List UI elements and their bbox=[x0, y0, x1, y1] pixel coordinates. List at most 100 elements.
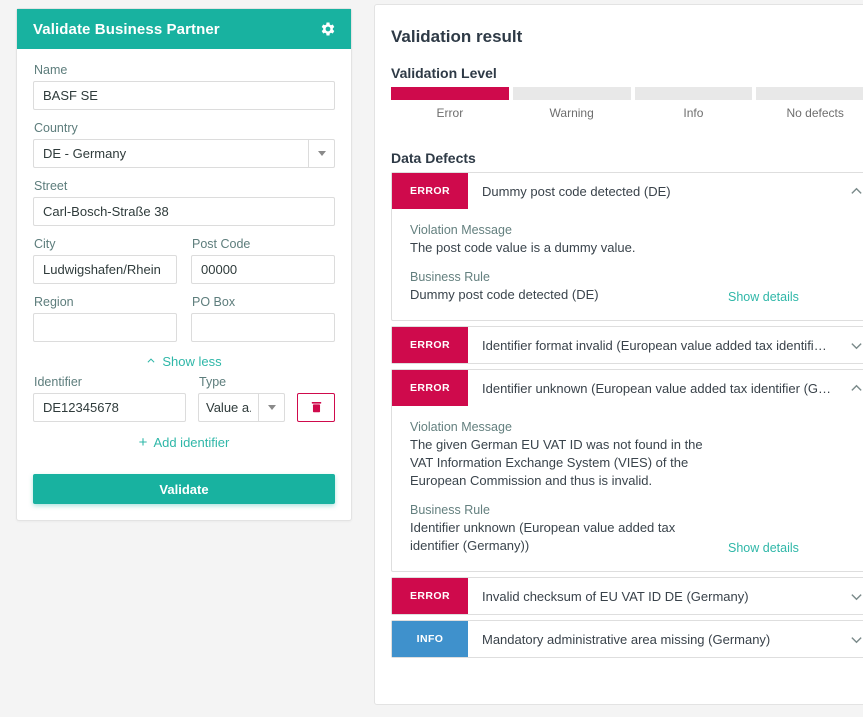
validation-level-segment-bar bbox=[391, 87, 509, 100]
chevron-down-icon[interactable] bbox=[258, 393, 285, 422]
form-title: Validate Business Partner bbox=[33, 20, 220, 38]
defect-header[interactable]: ERROR Dummy post code detected (DE) bbox=[392, 173, 863, 209]
add-identifier-label: Add identifier bbox=[153, 435, 230, 450]
show-details-link[interactable]: Show details bbox=[728, 541, 799, 555]
validation-level-segment-bar bbox=[756, 87, 863, 100]
validation-result-card: Validation result Validation Level Error… bbox=[374, 4, 863, 705]
caret-glyph bbox=[267, 405, 276, 410]
field-name: Name bbox=[33, 63, 335, 110]
defect-title: Invalid checksum of EU VAT ID DE (German… bbox=[482, 588, 749, 604]
validation-level-segment-bar bbox=[634, 87, 753, 100]
country-select[interactable] bbox=[33, 139, 335, 168]
defect-toggle-button[interactable] bbox=[839, 621, 863, 657]
chevron-down-icon[interactable] bbox=[308, 139, 335, 168]
validation-level-segment[interactable]: Info bbox=[634, 87, 753, 120]
app-root: Validate Business Partner Name Country bbox=[0, 0, 863, 717]
status-badge: ERROR bbox=[392, 370, 468, 406]
field-city-postcode-row: City Post Code bbox=[33, 237, 335, 284]
defect-header[interactable]: ERROR Identifier format invalid (European… bbox=[392, 327, 863, 363]
validation-level-segment-label: Warning bbox=[549, 106, 594, 120]
chevron-up-icon bbox=[147, 358, 155, 363]
show-less-label: Show less bbox=[162, 353, 222, 369]
defect-card: ERROR Invalid checksum of EU VAT ID DE (G… bbox=[391, 577, 863, 615]
name-input[interactable] bbox=[33, 81, 335, 110]
field-country: Country bbox=[33, 121, 335, 168]
defect-title: Mandatory administrative area missing (G… bbox=[482, 631, 771, 647]
gear-icon[interactable] bbox=[319, 20, 337, 38]
defect-card: INFO Mandatory administrative area missin… bbox=[391, 620, 863, 658]
status-badge: ERROR bbox=[392, 578, 468, 614]
street-input[interactable] bbox=[33, 197, 335, 226]
city-input[interactable] bbox=[33, 255, 177, 284]
add-identifier-button[interactable]: + Add identifier bbox=[139, 435, 230, 450]
chevron-up-icon bbox=[850, 384, 862, 391]
data-defects-list: ERROR Dummy post code detected (DE) Violat… bbox=[391, 172, 863, 658]
type-select-value[interactable] bbox=[198, 393, 258, 422]
identifier-label: Identifier bbox=[34, 375, 82, 389]
defect-title: Dummy post code detected (DE) bbox=[482, 183, 671, 199]
defect-card: ERROR Dummy post code detected (DE) Violat… bbox=[391, 172, 863, 321]
defect-toggle-button[interactable] bbox=[839, 370, 863, 406]
post-code-label: Post Code bbox=[192, 237, 251, 251]
defect-body: Violation Message The given German EU VAT… bbox=[392, 406, 863, 571]
field-post-code: Post Code bbox=[191, 237, 335, 284]
business-rule-block: Business Rule Dummy post code detected (D… bbox=[410, 270, 857, 304]
chevron-up-icon bbox=[850, 187, 862, 194]
delete-identifier-button[interactable] bbox=[297, 393, 335, 422]
business-rule-text: Identifier unknown (European value added… bbox=[410, 520, 676, 553]
violation-message-text: The post code value is a dummy value. bbox=[410, 240, 636, 255]
caret-glyph bbox=[317, 151, 326, 156]
defect-title: Identifier unknown (European value added… bbox=[482, 380, 832, 396]
validation-level-segment-label: Info bbox=[683, 106, 704, 120]
business-rule-label: Business Rule bbox=[410, 270, 490, 284]
type-label: Type bbox=[199, 375, 227, 389]
po-box-label: PO Box bbox=[192, 295, 236, 309]
field-type: Type bbox=[198, 375, 285, 422]
name-label: Name bbox=[34, 63, 68, 77]
po-box-input[interactable] bbox=[191, 313, 335, 342]
show-less-button[interactable]: Show less bbox=[146, 353, 222, 369]
result-panel-column: Validation result Validation Level Error… bbox=[368, 0, 863, 717]
data-defects-label: Data Defects bbox=[391, 150, 476, 166]
validation-level-segment[interactable]: Error bbox=[391, 87, 509, 120]
type-select[interactable] bbox=[198, 393, 285, 422]
country-select-value[interactable] bbox=[33, 139, 308, 168]
validation-level-segment[interactable]: Warning bbox=[512, 87, 631, 120]
show-less-row: Show less bbox=[33, 353, 335, 371]
defect-title: Identifier format invalid (European valu… bbox=[482, 337, 827, 353]
field-street: Street bbox=[33, 179, 335, 226]
street-label: Street bbox=[34, 179, 68, 193]
chevron-down-icon bbox=[850, 342, 862, 349]
defect-header[interactable]: ERROR Invalid checksum of EU VAT ID DE (G… bbox=[392, 578, 863, 614]
post-code-input[interactable] bbox=[191, 255, 335, 284]
identifier-input[interactable] bbox=[33, 393, 186, 422]
validation-level-segment[interactable]: No defects bbox=[756, 87, 863, 120]
field-po-box: PO Box bbox=[191, 295, 335, 342]
field-identifier: Identifier bbox=[33, 375, 186, 422]
validation-level-label: Validation Level bbox=[391, 65, 497, 81]
form-body: Name Country Street bbox=[17, 49, 351, 520]
region-label: Region bbox=[34, 295, 74, 309]
region-input[interactable] bbox=[33, 313, 177, 342]
trash-icon bbox=[311, 402, 321, 413]
defect-header[interactable]: ERROR Identifier unknown (European value … bbox=[392, 370, 863, 406]
field-region-pobox-row: Region PO Box bbox=[33, 295, 335, 342]
show-details-link[interactable]: Show details bbox=[728, 290, 799, 304]
violation-message-label: Violation Message bbox=[410, 420, 512, 434]
defect-header[interactable]: INFO Mandatory administrative area missin… bbox=[392, 621, 863, 657]
defect-toggle-button[interactable] bbox=[839, 173, 863, 209]
form-panel-column: Validate Business Partner Name Country bbox=[0, 0, 368, 717]
validate-button[interactable]: Validate bbox=[33, 474, 335, 504]
violation-message-label: Violation Message bbox=[410, 223, 512, 237]
defect-toggle-button[interactable] bbox=[839, 578, 863, 614]
business-rule-block: Business Rule Identifier unknown (Europea… bbox=[410, 503, 857, 555]
defect-toggle-button[interactable] bbox=[839, 327, 863, 363]
validation-level-segment-label: No defects bbox=[786, 106, 844, 120]
identifier-row: Identifier Type bbox=[33, 375, 335, 422]
business-rule-text: Dummy post code detected (DE) bbox=[410, 287, 599, 302]
validation-level-bar: Error Warning Info No defects bbox=[391, 87, 863, 120]
defect-body: Violation Message The post code value is … bbox=[392, 209, 863, 320]
plus-icon: + bbox=[138, 434, 148, 451]
validate-business-partner-card: Validate Business Partner Name Country bbox=[16, 8, 352, 521]
country-label: Country bbox=[34, 121, 78, 135]
